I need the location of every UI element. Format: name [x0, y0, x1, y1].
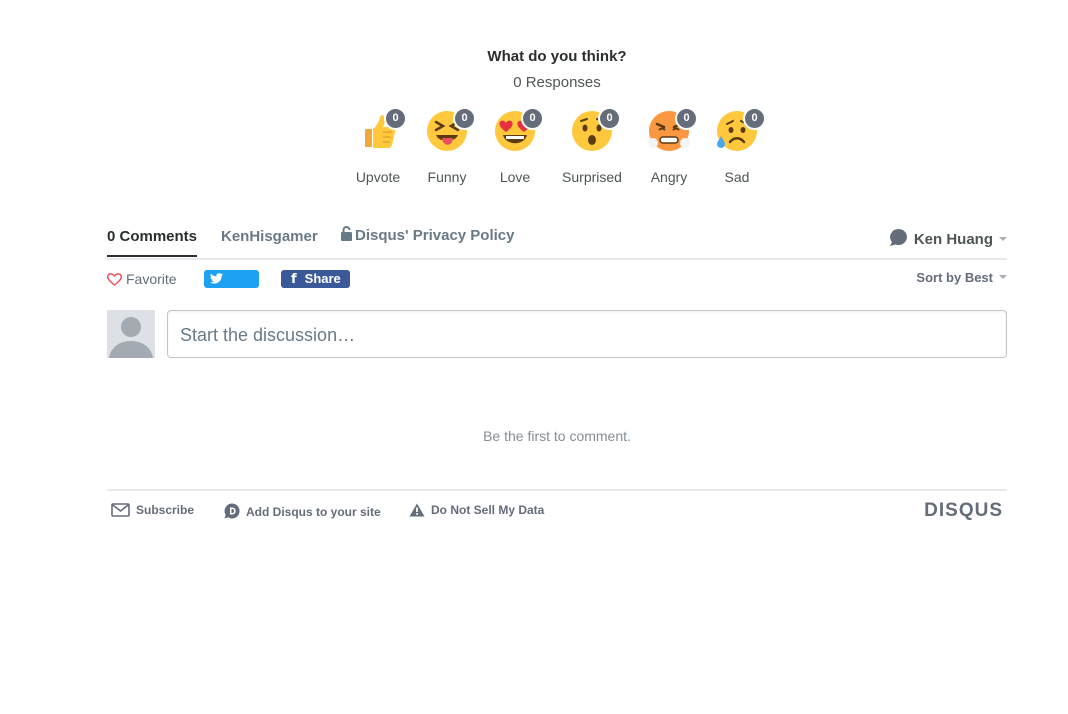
sort-dropdown[interactable]: Sort by Best: [916, 270, 1007, 285]
share-label: Share: [304, 271, 341, 286]
reaction-label: Surprised: [562, 169, 622, 185]
lock-icon: [341, 226, 352, 241]
subscribe-label: Subscribe: [136, 503, 195, 517]
reaction-love[interactable]: 0 Love: [475, 107, 555, 185]
favorite-button[interactable]: Favorite: [107, 271, 177, 287]
facebook-share-button[interactable]: f Share: [281, 270, 350, 288]
user-name: Ken Huang: [913, 231, 993, 248]
user-menu[interactable]: Ken Huang: [889, 228, 1007, 248]
tweet-label: Tweet: [210, 289, 246, 304]
heart-icon: [107, 273, 122, 286]
comments-nav: 0 Comments KenHisgamer Disqus' Privacy P…: [107, 220, 1007, 260]
add-disqus-label: Add Disqus to your site: [246, 505, 381, 519]
reaction-count-badge: 0: [675, 107, 698, 130]
subscribe-link[interactable]: Subscribe: [111, 503, 194, 517]
reaction-surprised[interactable]: 0 Surprised: [552, 107, 632, 185]
tweet-button[interactable]: Tweet: [204, 270, 259, 304]
reaction-count-badge: 0: [743, 107, 766, 130]
chat-bubble-icon: [889, 229, 907, 246]
comments-toolbar: Favorite Tweet f Share Sort by Best: [107, 270, 1007, 304]
privacy-policy-label: Disqus' Privacy Policy: [355, 227, 515, 244]
reaction-sad[interactable]: 0 Sad: [697, 107, 777, 185]
disqus-logo-icon: [224, 503, 240, 519]
envelope-icon: [111, 503, 130, 517]
chevron-down-icon: [999, 237, 1007, 241]
sort-label: Sort by Best: [916, 270, 993, 285]
comment-input-placeholder: Start the discussion…: [180, 325, 356, 345]
reaction-upvote[interactable]: 0 Upvote: [338, 107, 418, 185]
footer: Subscribe Add Disqus to your site Do Not…: [107, 489, 1007, 531]
add-disqus-link[interactable]: Add Disqus to your site: [224, 503, 381, 519]
facebook-icon: f: [291, 272, 297, 287]
tab-privacy-policy[interactable]: Disqus' Privacy Policy: [341, 226, 514, 244]
reactions-count: 0 Responses: [513, 74, 601, 91]
favorite-label: Favorite: [126, 271, 177, 287]
avatar: [107, 310, 155, 358]
disqus-brand-logo[interactable]: DISQUS: [924, 500, 1003, 522]
tab-comments[interactable]: 0 Comments: [107, 228, 198, 257]
do-not-sell-link[interactable]: Do Not Sell My Data: [409, 503, 544, 517]
do-not-sell-label: Do Not Sell My Data: [431, 503, 545, 517]
default-avatar-icon: [107, 310, 155, 358]
reaction-count-badge: 0: [521, 107, 544, 130]
reaction-count-badge: 0: [598, 107, 621, 130]
reactions-title: What do you think?: [487, 48, 627, 65]
tab-community[interactable]: KenHisgamer: [221, 228, 318, 245]
reaction-label: Upvote: [355, 169, 401, 185]
reaction-count-badge: 0: [453, 107, 476, 130]
reaction-label: Love: [499, 169, 531, 185]
reaction-label: Sad: [724, 169, 750, 185]
twitter-icon: [210, 273, 223, 284]
chevron-down-icon: [999, 275, 1007, 279]
reaction-count-badge: 0: [384, 107, 407, 130]
warning-icon: [409, 503, 425, 517]
empty-state-message: Be the first to comment.: [483, 428, 631, 444]
comment-input[interactable]: Start the discussion…: [167, 310, 1007, 358]
